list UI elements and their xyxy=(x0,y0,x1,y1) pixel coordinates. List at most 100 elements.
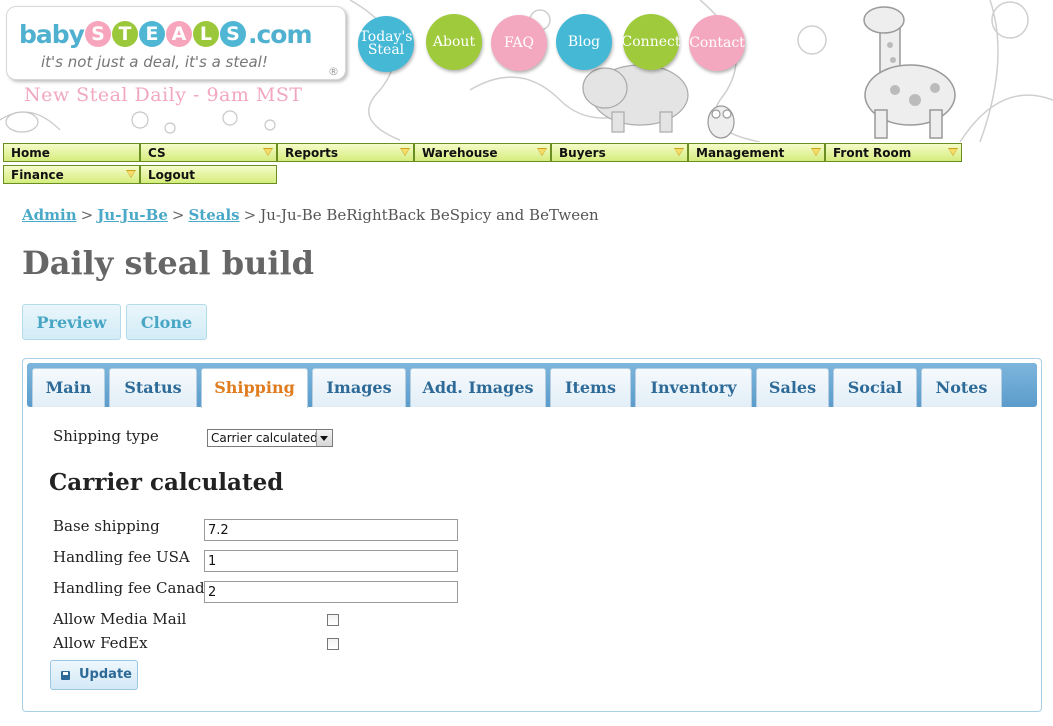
menu-label: Reports xyxy=(285,146,339,160)
dropdown-arrow-icon xyxy=(126,170,136,178)
base-shipping-label: Base shipping xyxy=(53,517,160,535)
site-header: baby S T E A L S .com it's not just a de… xyxy=(0,0,1053,142)
tab-shipping[interactable]: Shipping xyxy=(201,368,308,408)
handling-fee-usa-input[interactable] xyxy=(204,550,458,572)
nav-about[interactable]: About xyxy=(426,14,482,70)
breadcrumb: Admin > Ju-Ju-Be > Steals > Ju-Ju-Be BeRightBa… xyxy=(22,206,599,224)
allow-fedex-checkbox[interactable] xyxy=(327,638,339,650)
nav-label: Blog xyxy=(567,33,601,50)
dropdown-arrow-icon xyxy=(537,148,547,156)
dropdown-arrow-icon xyxy=(263,148,273,156)
nav-label: Contact xyxy=(689,34,745,51)
menu-finance[interactable]: Finance xyxy=(3,165,140,184)
menu-warehouse[interactable]: Warehouse xyxy=(414,143,551,162)
menu-home[interactable]: Home xyxy=(3,143,140,162)
chevron-down-icon xyxy=(316,430,332,446)
tab-label: Shipping xyxy=(214,378,295,397)
handling-fee-usa-label: Handling fee USA xyxy=(53,548,190,566)
tab-inventory[interactable]: Inventory xyxy=(635,368,752,407)
nav-faq[interactable]: FAQ xyxy=(491,15,547,71)
tab-main[interactable]: Main xyxy=(32,368,105,407)
menu-label: Front Room xyxy=(833,146,912,160)
menu-front-room[interactable]: Front Room xyxy=(825,143,962,162)
menu-label: Finance xyxy=(11,168,64,182)
breadcrumb-separator: > xyxy=(171,206,185,224)
tab-notes[interactable]: Notes xyxy=(921,368,1002,407)
base-shipping-input[interactable] xyxy=(204,519,458,541)
dropdown-arrow-icon xyxy=(674,148,684,156)
tab-sales[interactable]: Sales xyxy=(756,368,829,407)
logo-letter: T xyxy=(111,21,138,47)
nav-label: Connect xyxy=(621,33,681,50)
nav-label: FAQ xyxy=(503,34,535,51)
nav-blog[interactable]: Blog xyxy=(556,14,612,70)
dropdown-arrow-icon xyxy=(948,148,958,156)
tab-items[interactable]: Items xyxy=(550,368,631,407)
logo-suffix: .com xyxy=(247,19,313,49)
save-disk-icon xyxy=(61,671,70,680)
breadcrumb-current: Ju-Ju-Be BeRightBack BeSpicy and BeTween xyxy=(260,206,599,224)
dropdown-arrow-icon xyxy=(400,148,410,156)
tab-label: Add. Images xyxy=(422,378,534,397)
menu-label: Management xyxy=(696,146,785,160)
logo-letter: A xyxy=(165,21,192,47)
registered-mark: ® xyxy=(328,65,339,78)
dropdown-arrow-icon xyxy=(811,148,821,156)
menu-logout[interactable]: Logout xyxy=(140,165,277,184)
tab-bar: Main Status Shipping Images Add. Images … xyxy=(27,363,1037,408)
logo-wordmark: baby S T E A L S .com xyxy=(19,17,313,51)
logo-tagline: it's not just a deal, it's a steal! xyxy=(41,53,268,71)
breadcrumb-admin-link[interactable]: Admin xyxy=(22,206,77,224)
allow-media-mail-label: Allow Media Mail xyxy=(53,610,187,628)
tab-label: Notes xyxy=(935,378,988,397)
tab-label: Main xyxy=(45,378,92,397)
logo-letter: L xyxy=(192,21,219,47)
shipping-type-select[interactable]: Carrier calculated xyxy=(207,429,333,447)
logo-prefix: baby xyxy=(19,19,85,49)
steal-editor-panel: Main Status Shipping Images Add. Images … xyxy=(22,358,1042,712)
page-title: Daily steal build xyxy=(22,244,315,282)
tab-label: Images xyxy=(326,378,392,397)
breadcrumb-steals-link[interactable]: Steals xyxy=(188,206,239,224)
tab-add-images[interactable]: Add. Images xyxy=(410,368,546,407)
tab-label: Social xyxy=(847,378,903,397)
logo-letter: E xyxy=(138,21,165,47)
menu-cs[interactable]: CS xyxy=(140,143,277,162)
preview-button[interactable]: Preview xyxy=(22,304,121,340)
breadcrumb-brand-link[interactable]: Ju-Ju-Be xyxy=(97,206,168,224)
nav-contact[interactable]: Contact xyxy=(689,15,745,71)
menu-label: Buyers xyxy=(559,146,606,160)
shipping-type-label: Shipping type xyxy=(53,427,159,445)
allow-fedex-label: Allow FedEx xyxy=(53,634,148,652)
menu-label: Warehouse xyxy=(422,146,498,160)
handling-fee-canada-input[interactable] xyxy=(204,581,458,603)
tab-label: Status xyxy=(124,378,182,397)
menu-buyers[interactable]: Buyers xyxy=(551,143,688,162)
nav-label: Today's Steal xyxy=(359,29,413,58)
breadcrumb-separator: > xyxy=(80,206,94,224)
tab-social[interactable]: Social xyxy=(833,368,917,407)
nav-connect[interactable]: Connect xyxy=(621,14,681,70)
clone-button[interactable]: Clone xyxy=(126,304,207,340)
site-logo[interactable]: baby S T E A L S .com it's not just a de… xyxy=(6,6,346,80)
new-steal-banner: New Steal Daily - 9am MST xyxy=(24,84,303,106)
menu-label: CS xyxy=(148,146,166,160)
tab-status[interactable]: Status xyxy=(109,368,197,407)
tab-label: Inventory xyxy=(650,378,737,397)
handling-fee-canada-label: Handling fee Canada xyxy=(53,579,214,597)
logo-letter: S xyxy=(219,21,246,47)
breadcrumb-separator: > xyxy=(243,206,257,224)
tab-label: Items xyxy=(565,378,616,397)
menu-reports[interactable]: Reports xyxy=(277,143,414,162)
menu-management[interactable]: Management xyxy=(688,143,825,162)
section-title: Carrier calculated xyxy=(49,469,284,496)
menu-label: Home xyxy=(11,146,50,160)
tab-label: Sales xyxy=(768,378,817,397)
tab-images[interactable]: Images xyxy=(312,368,406,407)
nav-todays-steal[interactable]: Today's Steal xyxy=(358,16,414,72)
allow-media-mail-checkbox[interactable] xyxy=(327,614,339,626)
nav-label: About xyxy=(432,33,476,50)
menu-label: Logout xyxy=(148,168,196,182)
update-button-label: Update xyxy=(79,667,132,682)
update-button[interactable]: Update xyxy=(50,660,138,690)
